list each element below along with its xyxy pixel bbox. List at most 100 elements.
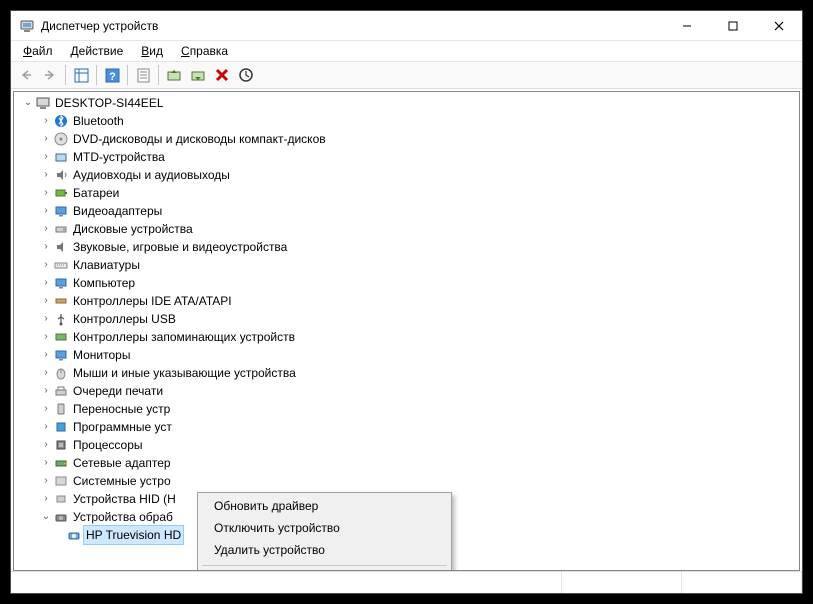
menu-action[interactable]: Действие (63, 43, 132, 59)
expand-icon[interactable]: › (40, 367, 52, 379)
network-adapter-icon (53, 455, 69, 471)
expand-icon[interactable]: › (40, 223, 52, 235)
imaging-device-icon (53, 509, 69, 525)
app-icon (19, 18, 35, 34)
ide-controller-icon (53, 293, 69, 309)
tree-category[interactable]: ›Мониторы (18, 346, 795, 364)
tree-category[interactable]: ›Сетевые адаптер (18, 454, 795, 472)
tree-category[interactable]: ›Звуковые, игровые и видеоустройства (18, 238, 795, 256)
nav-forward-button[interactable] (39, 64, 61, 86)
print-queue-icon (53, 383, 69, 399)
expand-icon[interactable]: › (40, 421, 52, 433)
menu-file[interactable]: Файл (15, 43, 61, 59)
tree-category[interactable]: ›Bluetooth (18, 112, 795, 130)
device-manager-window: Диспетчер устройств Файл Действие Вид Сп… (10, 10, 803, 594)
ctx-disable-device[interactable]: Отключить устройство (200, 517, 449, 539)
maximize-button[interactable] (710, 11, 756, 40)
tree-category[interactable]: ›MTD-устройства (18, 148, 795, 166)
expand-icon[interactable]: › (40, 241, 52, 253)
tree-category[interactable]: ›Процессоры (18, 436, 795, 454)
help-button[interactable]: ? (101, 64, 123, 86)
battery-icon (53, 185, 69, 201)
keyboard-icon (53, 257, 69, 273)
nav-back-button[interactable] (15, 64, 37, 86)
tree-category[interactable]: ›Контроллеры запоминающих устройств (18, 328, 795, 346)
tree-category[interactable]: ›Аудиовходы и аудиовыходы (18, 166, 795, 184)
expand-icon[interactable]: › (40, 187, 52, 199)
tree-category[interactable]: ›Системные устро (18, 472, 795, 490)
toolbar-separator (65, 65, 66, 85)
toolbar-separator (127, 65, 128, 85)
uninstall-device-button[interactable] (211, 64, 233, 86)
expand-icon[interactable]: › (40, 205, 52, 217)
tree-category[interactable]: ›Контроллеры USB (18, 310, 795, 328)
usb-controller-icon (53, 311, 69, 327)
properties-button[interactable] (132, 64, 154, 86)
expand-icon[interactable]: › (40, 295, 52, 307)
ctx-scan-hardware[interactable]: Обновить конфигурацию оборудования (200, 570, 449, 571)
software-device-icon (53, 419, 69, 435)
expand-icon[interactable]: › (40, 493, 52, 505)
expand-icon[interactable]: › (40, 457, 52, 469)
scan-hardware-button[interactable] (235, 64, 257, 86)
menubar: Файл Действие Вид Справка (11, 41, 802, 61)
processor-icon (53, 437, 69, 453)
expand-icon[interactable]: › (40, 259, 52, 271)
tree-category[interactable]: ›Очереди печати (18, 382, 795, 400)
tree-category[interactable]: ›Батареи (18, 184, 795, 202)
tree-category[interactable]: ›Клавиатуры (18, 256, 795, 274)
ctx-uninstall-device[interactable]: Удалить устройство (200, 539, 449, 561)
portable-device-icon (53, 401, 69, 417)
tree-category[interactable]: ›Программные уст (18, 418, 795, 436)
tree-root[interactable]: ⌄ DESKTOP-SI44EEL (18, 94, 795, 112)
expand-icon[interactable]: › (40, 169, 52, 181)
disable-device-button[interactable] (187, 64, 209, 86)
device-tree[interactable]: ⌄ DESKTOP-SI44EEL ›Bluetooth ›DVD-дисков… (18, 94, 795, 544)
hid-icon (53, 491, 69, 507)
ctx-separator (202, 565, 447, 566)
ctx-update-driver[interactable]: Обновить драйвер (200, 495, 449, 517)
tree-category[interactable]: ›Компьютер (18, 274, 795, 292)
collapse-icon[interactable]: ⌄ (40, 511, 52, 523)
expand-icon[interactable]: › (40, 313, 52, 325)
mtd-icon (53, 149, 69, 165)
expand-icon[interactable]: › (40, 133, 52, 145)
collapse-icon[interactable]: ⌄ (22, 97, 34, 109)
expand-icon[interactable]: › (40, 403, 52, 415)
expand-icon[interactable]: › (40, 151, 52, 163)
toolbar-separator (96, 65, 97, 85)
update-drivers-button[interactable] (163, 64, 185, 86)
tree-category[interactable]: ›Дисковые устройства (18, 220, 795, 238)
disk-drive-icon (53, 221, 69, 237)
tree-category[interactable]: ›Переносные устр (18, 400, 795, 418)
menu-help[interactable]: Справка (173, 43, 236, 59)
expand-icon[interactable]: › (40, 277, 52, 289)
tree-root-label: DESKTOP-SI44EEL (55, 94, 164, 112)
device-tree-pane[interactable]: ⌄ DESKTOP-SI44EEL ›Bluetooth ›DVD-дисков… (13, 91, 800, 571)
camera-icon (66, 527, 82, 543)
statusbar (11, 571, 802, 593)
menu-view[interactable]: Вид (133, 43, 171, 59)
show-hide-tree-button[interactable] (70, 64, 92, 86)
titlebar: Диспетчер устройств (11, 11, 802, 41)
tree-device-label: HP Truevision HD (84, 526, 183, 544)
expand-icon[interactable]: › (40, 439, 52, 451)
tree-category[interactable]: ›Мыши и иные указывающие устройства (18, 364, 795, 382)
expand-icon[interactable]: › (40, 475, 52, 487)
expand-icon[interactable]: › (40, 385, 52, 397)
context-menu: Обновить драйвер Отключить устройство Уд… (197, 492, 452, 571)
expand-icon[interactable]: › (40, 331, 52, 343)
toolbar: ? (11, 61, 802, 89)
toolbar-separator (158, 65, 159, 85)
tree-category[interactable]: ›DVD-дисководы и дисководы компакт-диско… (18, 130, 795, 148)
expand-icon[interactable]: › (40, 349, 52, 361)
dvd-drive-icon (53, 131, 69, 147)
computer-icon (35, 95, 51, 111)
tree-category[interactable]: ›Контроллеры IDE ATA/ATAPI (18, 292, 795, 310)
minimize-button[interactable] (664, 11, 710, 40)
bluetooth-icon (53, 113, 69, 129)
expand-icon[interactable]: › (40, 115, 52, 127)
tree-category[interactable]: ›Видеоадаптеры (18, 202, 795, 220)
audio-io-icon (53, 167, 69, 183)
close-button[interactable] (756, 11, 802, 40)
